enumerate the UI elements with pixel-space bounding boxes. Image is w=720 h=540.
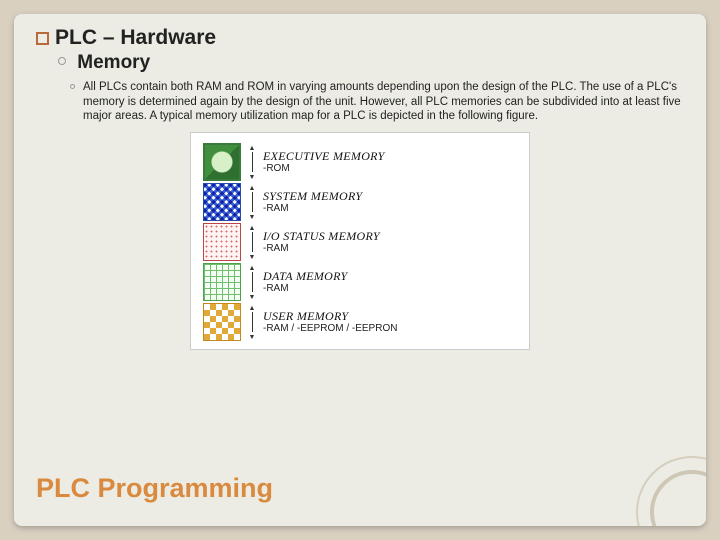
mini-ring-bullet-icon — [70, 84, 75, 89]
memory-row-user: USER MEMORY -RAM / -EEPROM / -EEPRON — [203, 303, 517, 341]
body-paragraph-row: All PLCs contain both RAM and ROM in var… — [70, 80, 684, 124]
memory-row-io: I/O STATUS MEMORY -RAM — [203, 223, 517, 261]
memory-label: EXECUTIVE MEMORY -ROM — [263, 150, 385, 175]
slide-title-footer: PLC Programming — [36, 473, 273, 504]
extent-arrows-icon — [241, 303, 263, 341]
swatch-user-icon — [203, 303, 241, 341]
subheading-text: Memory — [77, 52, 150, 73]
body-paragraph: All PLCs contain both RAM and ROM in var… — [83, 80, 684, 124]
memory-map-figure: EXECUTIVE MEMORY -ROM SYSTEM MEMORY -RAM… — [190, 132, 530, 350]
square-bullet-icon — [36, 32, 49, 45]
memory-row-data: DATA MEMORY -RAM — [203, 263, 517, 301]
memory-row-system: SYSTEM MEMORY -RAM — [203, 183, 517, 221]
extent-arrows-icon — [241, 143, 263, 181]
heading-line-2: Memory — [58, 52, 684, 74]
swatch-io-icon — [203, 223, 241, 261]
corner-ornament-icon — [636, 456, 706, 526]
heading-line-1: PLC – Hardware — [36, 26, 684, 50]
memory-label: DATA MEMORY -RAM — [263, 270, 348, 295]
extent-arrows-icon — [241, 223, 263, 261]
swatch-system-icon — [203, 183, 241, 221]
memory-label: SYSTEM MEMORY -RAM — [263, 190, 362, 215]
swatch-executive-icon — [203, 143, 241, 181]
slide-card: PLC – Hardware Memory All PLCs contain b… — [14, 14, 706, 526]
swatch-data-icon — [203, 263, 241, 301]
memory-label: I/O STATUS MEMORY -RAM — [263, 230, 380, 255]
memory-row-executive: EXECUTIVE MEMORY -ROM — [203, 143, 517, 181]
extent-arrows-icon — [241, 183, 263, 221]
heading-text: PLC – Hardware — [55, 26, 216, 50]
extent-arrows-icon — [241, 263, 263, 301]
ring-bullet-icon — [58, 57, 66, 65]
memory-label: USER MEMORY -RAM / -EEPROM / -EEPRON — [263, 310, 397, 335]
